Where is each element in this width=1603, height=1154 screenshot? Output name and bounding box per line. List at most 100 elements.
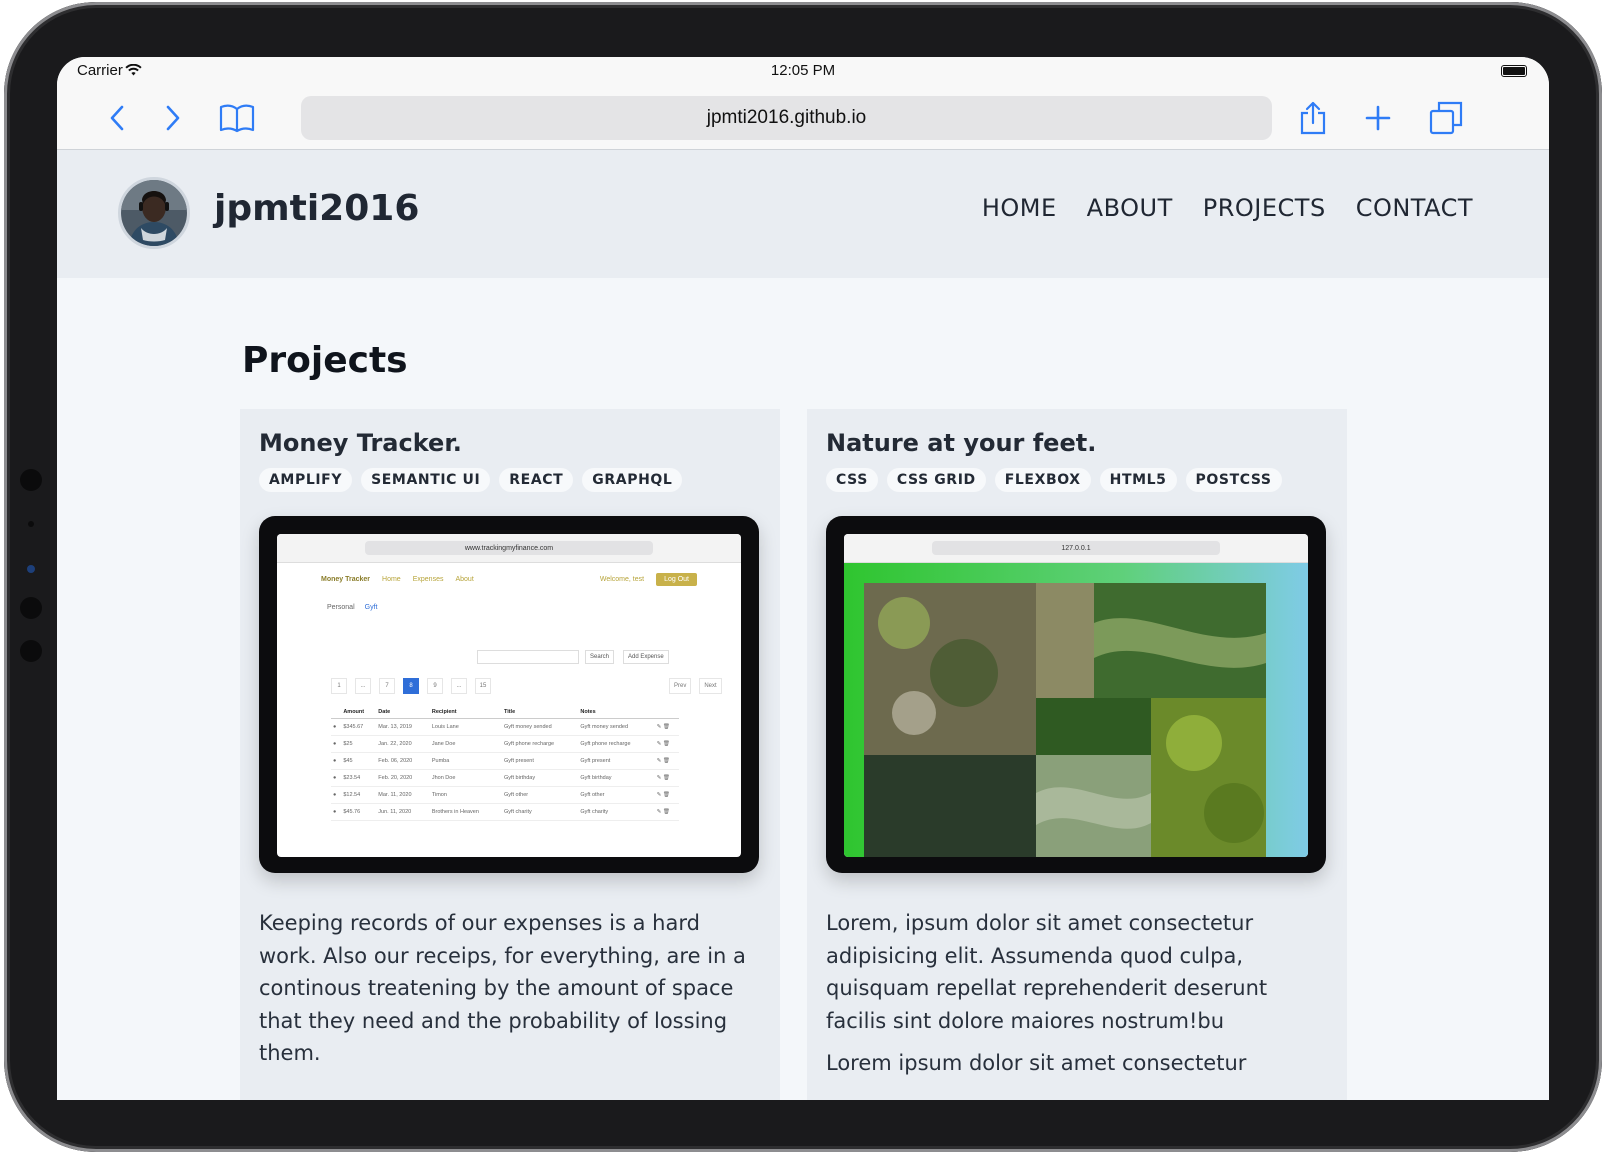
status-bar: Carrier 12:05 PM bbox=[57, 57, 1549, 87]
avatar-image bbox=[121, 180, 187, 246]
plus-icon bbox=[1365, 105, 1391, 131]
side-button bbox=[28, 521, 34, 527]
project-tags: AMPLIFY SEMANTIC UI REACT GRAPHQL bbox=[259, 468, 683, 492]
description-paragraph: Lorem ipsum dolor sit amet consectetur bbox=[826, 1051, 1247, 1075]
mini-col: Date bbox=[376, 706, 430, 719]
tag: CSS bbox=[826, 468, 878, 492]
nav-contact[interactable]: CONTACT bbox=[1356, 194, 1473, 222]
share-button[interactable] bbox=[1294, 99, 1332, 137]
screen: Carrier 12:05 PM jpmti2016.github.io jpm… bbox=[57, 57, 1549, 1100]
mini-browser-bar: www.trackingmyfinance.com bbox=[277, 534, 741, 563]
mini-col: Title bbox=[501, 706, 579, 719]
mini-page: ... bbox=[451, 678, 467, 694]
project-title: Money Tracker. bbox=[259, 429, 462, 457]
chevron-right-icon bbox=[166, 105, 180, 131]
mini-col: Recipient bbox=[429, 706, 502, 719]
mini-welcome: Welcome, test bbox=[599, 576, 645, 583]
browser-toolbar: jpmti2016.github.io bbox=[57, 87, 1549, 150]
side-button bbox=[20, 469, 42, 491]
nav-about[interactable]: ABOUT bbox=[1087, 194, 1173, 222]
project-description: Lorem, ipsum dolor sit amet consectetur … bbox=[826, 907, 1326, 1090]
tag: SEMANTIC UI bbox=[361, 468, 491, 492]
mini-row: ● $25 Jan. 22, 2020 Jane Doe Gyft phone rech… bbox=[331, 735, 679, 753]
mini-page: 7 bbox=[379, 678, 395, 694]
mini-tabs: Personal Gyft bbox=[277, 586, 741, 611]
tag: HTML5 bbox=[1099, 468, 1177, 492]
project-screenshot[interactable]: 127.0.0.1 bbox=[826, 516, 1326, 873]
mini-row: ● $45 Feb. 06, 2020 Pumba Gyft present Gyft p… bbox=[331, 752, 679, 770]
book-icon bbox=[219, 104, 255, 133]
project-title: Nature at your feet. bbox=[826, 429, 1097, 457]
mini-search-button: Search bbox=[585, 650, 615, 664]
share-icon bbox=[1300, 101, 1326, 135]
screenshot-screen: 127.0.0.1 bbox=[844, 534, 1308, 857]
mini-row: ● $12.54 Mar. 11, 2020 Timon Gyft other Gyft … bbox=[331, 786, 679, 804]
address-bar[interactable]: jpmti2016.github.io bbox=[301, 96, 1272, 140]
mini-page: ... bbox=[355, 678, 371, 694]
side-button bbox=[20, 640, 42, 662]
mini-browser-bar: 127.0.0.1 bbox=[844, 534, 1308, 563]
main-nav: HOME ABOUT PROJECTS CONTACT bbox=[982, 194, 1473, 222]
mini-next: Next bbox=[699, 678, 722, 694]
mini-page: 8 bbox=[403, 678, 419, 694]
clock: 12:05 PM bbox=[770, 62, 836, 79]
nav-projects[interactable]: PROJECTS bbox=[1203, 194, 1326, 222]
mini-col bbox=[331, 706, 342, 719]
bookmarks-button[interactable] bbox=[218, 99, 256, 137]
mini-row: ● $23.54 Feb. 20, 2020 Jhon Doe Gyft birthda… bbox=[331, 769, 679, 787]
project-card-money-tracker: Money Tracker. AMPLIFY SEMANTIC UI REACT… bbox=[240, 409, 780, 1100]
mini-tab: Personal bbox=[327, 604, 355, 611]
site-header: jpmti2016 HOME ABOUT PROJECTS CONTACT bbox=[57, 150, 1549, 278]
mini-page: 15 bbox=[475, 678, 491, 694]
mini-url: www.trackingmyfinance.com bbox=[365, 541, 653, 555]
chevron-left-icon bbox=[110, 105, 124, 131]
description-paragraph: Lorem, ipsum dolor sit amet consectetur … bbox=[826, 911, 1268, 1033]
mini-nav-item: About bbox=[455, 576, 474, 583]
screenshot-screen: www.trackingmyfinance.com Money Tracker … bbox=[277, 534, 741, 857]
mini-app-nav: Money Tracker Home Expenses About Welcom… bbox=[277, 563, 741, 586]
nature-gallery-image bbox=[844, 563, 1308, 857]
mini-pagination: 1 ... 7 8 9 ... 15 Prev Next bbox=[331, 678, 722, 694]
nav-home[interactable]: HOME bbox=[982, 194, 1057, 222]
tag: CSS GRID bbox=[886, 468, 986, 492]
site-brand[interactable]: jpmti2016 bbox=[214, 188, 419, 229]
mini-logout: Log Out bbox=[656, 573, 697, 586]
mini-col: Amount bbox=[341, 706, 377, 719]
mini-page: 1 bbox=[331, 678, 347, 694]
mini-row: ● $45.76 Jun. 11, 2020 Brothers in Heaven Gy… bbox=[331, 803, 679, 821]
mini-nav-item: Home bbox=[382, 576, 401, 583]
mini-page: 9 bbox=[427, 678, 443, 694]
mini-col: Notes bbox=[578, 706, 655, 719]
mini-tab: Gyft bbox=[364, 604, 378, 611]
mini-prev: Prev bbox=[669, 678, 692, 694]
mini-nav-item: Expenses bbox=[412, 576, 444, 583]
description-paragraph: Keeping records of our expenses is a har… bbox=[259, 911, 746, 1065]
page-title: Projects bbox=[242, 340, 408, 381]
address-text: jpmti2016.github.io bbox=[706, 107, 867, 128]
forward-button[interactable] bbox=[153, 99, 191, 137]
tag: POSTCSS bbox=[1185, 468, 1282, 492]
tag: AMPLIFY bbox=[259, 468, 353, 492]
side-button bbox=[20, 597, 42, 619]
tag: GRAPHQL bbox=[582, 468, 683, 492]
mini-expense-table: Amount Date Recipient Title Notes ● $345.… bbox=[331, 706, 679, 821]
back-button[interactable] bbox=[99, 99, 137, 137]
side-button bbox=[27, 565, 35, 573]
project-screenshot[interactable]: www.trackingmyfinance.com Money Tracker … bbox=[259, 516, 759, 873]
tag: REACT bbox=[499, 468, 574, 492]
mini-row: ● $345.67 Mar. 13, 2019 Louis Lane Gyft mone… bbox=[331, 718, 679, 736]
mini-url: 127.0.0.1 bbox=[932, 541, 1220, 555]
tag: FLEXBOX bbox=[994, 468, 1091, 492]
battery-icon bbox=[1501, 65, 1527, 77]
tabs-icon bbox=[1429, 101, 1463, 135]
tabs-button[interactable] bbox=[1427, 99, 1465, 137]
project-description: Keeping records of our expenses is a har… bbox=[259, 907, 759, 1080]
mini-app-name: Money Tracker bbox=[321, 576, 371, 583]
avatar[interactable] bbox=[118, 177, 190, 249]
mini-col bbox=[654, 706, 679, 719]
project-card-nature: Nature at your feet. CSS CSS GRID FLEXBO… bbox=[807, 409, 1347, 1100]
new-tab-button[interactable] bbox=[1359, 99, 1397, 137]
mini-add-button: Add Expense bbox=[623, 650, 669, 664]
mini-search bbox=[477, 650, 579, 664]
project-tags: CSS CSS GRID FLEXBOX HTML5 POSTCSS bbox=[826, 468, 1282, 492]
